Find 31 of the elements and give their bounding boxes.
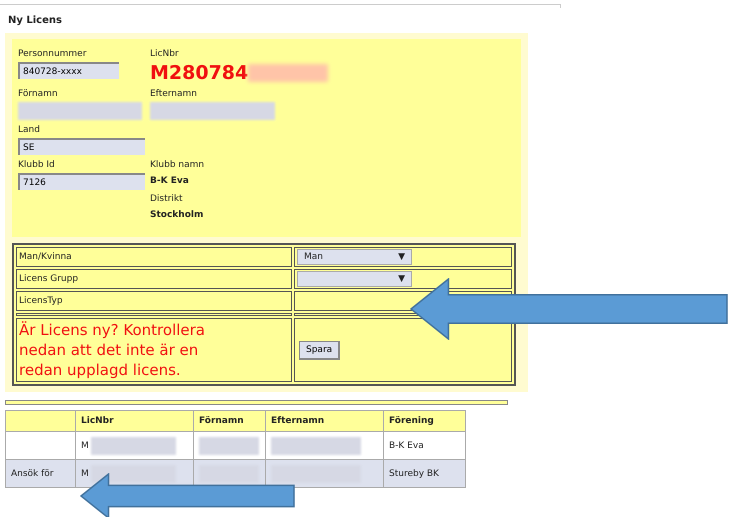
field-label: Personnummer [18,48,88,59]
country-field[interactable]: SE [18,138,145,155]
row-label: Man/Kvinna [16,247,292,267]
warning-message: Är Licens ny? Kontrollera nedan att det inte är en redan upplagd licens. [19,320,206,380]
field-label: Klubb Id [18,159,56,170]
district-name: Stockholm [150,209,204,222]
personnummer-field[interactable]: 840728-xxxx [18,62,119,79]
field-label: Distrikt [150,193,184,204]
field-label: Efternamn [150,88,198,99]
field-label: Land [18,124,41,135]
save-button[interactable]: Spara [299,340,340,360]
field-label: Förnamn [18,88,59,99]
club-id-field[interactable]: 7126 [18,173,145,190]
table-cell: B-K Eva [389,440,424,450]
column-header: Förening [384,410,466,432]
club-name: B-K Eva [150,175,190,188]
licence-number: M280784 [150,62,248,84]
table-cell: Stureby BK [389,468,439,478]
redacted-block [199,436,259,454]
row-label: LicensTyp [16,291,292,311]
table-cell: M [81,468,89,478]
column-header: Förnamn [194,410,266,432]
field-label: Klubb namn [150,159,206,170]
dropdown[interactable]: Man ▼ [297,249,412,265]
column-header: Efternamn [266,410,384,432]
field-label: LicNbr [150,48,180,59]
table-cell: M [81,440,89,450]
column-header: LicNbr [76,410,194,432]
row-label: Licens Grupp [16,269,292,289]
page-title: Ny Licens [8,15,62,26]
dropdown[interactable]: ▼ [297,271,412,287]
